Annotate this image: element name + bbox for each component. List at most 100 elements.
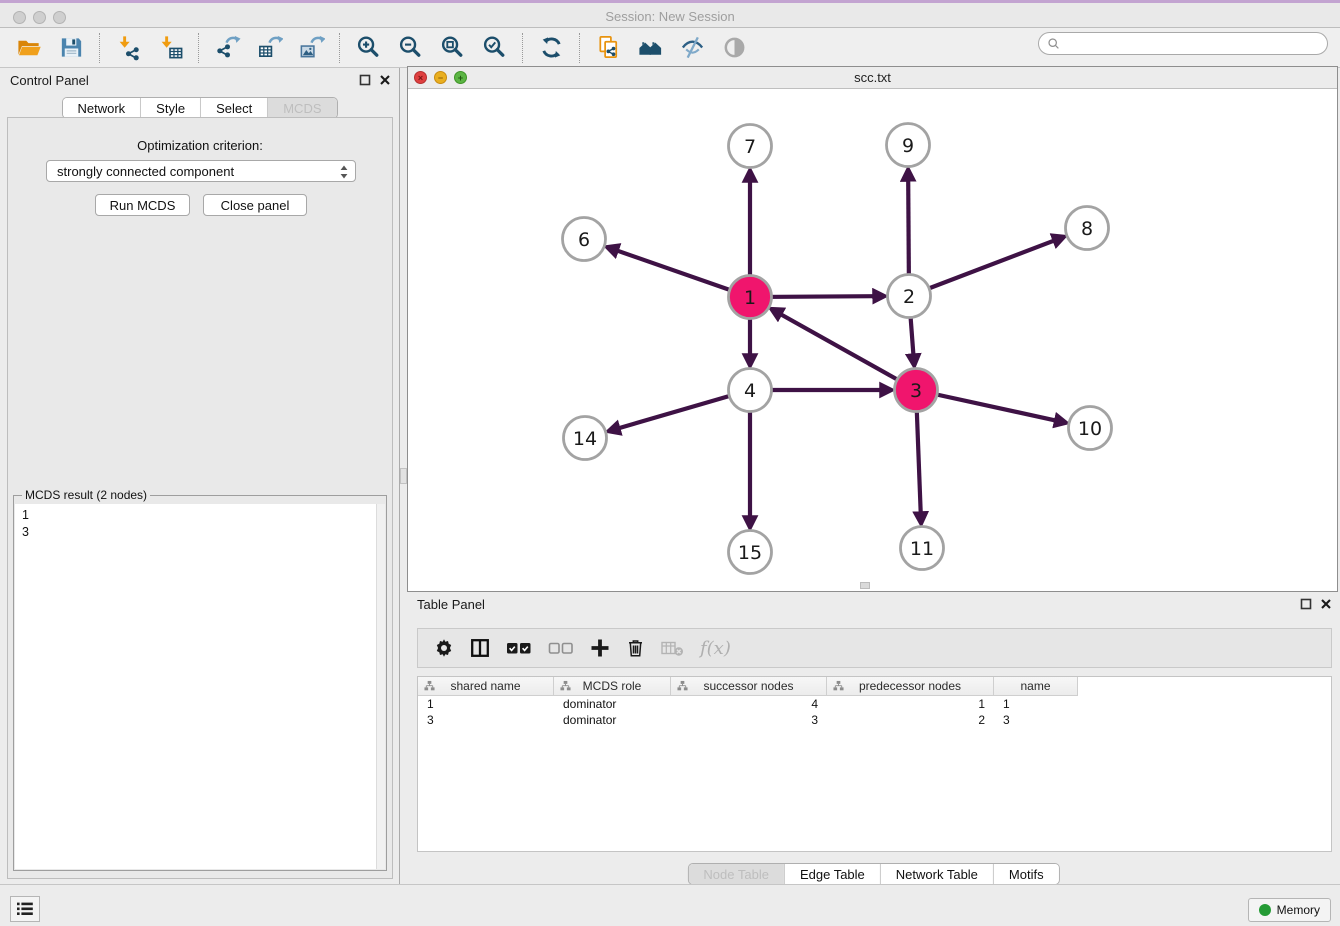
float-table-panel-icon[interactable] [1300, 598, 1312, 610]
tab-style[interactable]: Style [140, 98, 200, 118]
table-settings-icon[interactable] [434, 638, 454, 658]
graph-node-14[interactable]: 14 [564, 417, 607, 460]
graph-node-9[interactable]: 9 [887, 124, 930, 167]
network-title: scc.txt [408, 70, 1337, 85]
control-panel-title: Control Panel [10, 73, 89, 88]
run-mcds-button[interactable]: Run MCDS [95, 194, 190, 216]
table-row[interactable]: 1dominator411 [418, 696, 1331, 712]
svg-text:14: 14 [573, 428, 597, 450]
toggle-style-icon[interactable] [675, 32, 709, 64]
mcds-result-textarea[interactable]: 1 3 [15, 504, 385, 869]
toolbar-separator [579, 33, 580, 63]
export-network-icon[interactable] [210, 32, 244, 64]
svg-text:7: 7 [744, 136, 756, 158]
select-all-icon[interactable] [506, 641, 532, 656]
table-cell[interactable]: 4 [671, 697, 827, 711]
graph-node-11[interactable]: 11 [901, 527, 944, 570]
tab-mcds[interactable]: MCDS [267, 98, 336, 118]
tab-edge-table[interactable]: Edge Table [784, 864, 880, 884]
table-cell[interactable]: 1 [827, 697, 994, 711]
mcds-result-title: MCDS result (2 nodes) [22, 488, 150, 502]
graph-node-1[interactable]: 1 [729, 276, 772, 319]
graph-node-8[interactable]: 8 [1066, 207, 1109, 250]
tree-icon [833, 680, 844, 692]
network-canvas[interactable]: 7 9 6 8 1 2 4 3 14 10 15 11 [408, 89, 1337, 591]
table-row[interactable]: 3dominator323 [418, 712, 1331, 728]
open-session-icon[interactable] [12, 32, 46, 64]
table-cell[interactable]: 2 [827, 713, 994, 727]
add-column-icon[interactable] [590, 638, 610, 658]
criterion-select[interactable]: strongly connected component [46, 160, 356, 182]
column-header-shared-name[interactable]: shared name [418, 677, 554, 696]
close-table-panel-icon[interactable] [1320, 598, 1332, 610]
delete-row-icon[interactable] [626, 638, 645, 658]
import-network-icon[interactable] [111, 32, 145, 64]
mcds-result-group: MCDS result (2 nodes) 1 3 [13, 495, 387, 871]
deselect-all-icon[interactable] [548, 641, 574, 656]
column-header-successor-nodes[interactable]: successor nodes [671, 677, 827, 696]
column-header-predecessor-nodes[interactable]: predecessor nodes [827, 677, 994, 696]
graph-node-6[interactable]: 6 [563, 218, 606, 261]
memory-label: Memory [1277, 903, 1320, 917]
table-cell[interactable]: dominator [554, 713, 671, 727]
toolbar-separator [522, 33, 523, 63]
show-columns-icon[interactable] [470, 638, 490, 658]
svg-text:4: 4 [744, 380, 756, 402]
search-icon [1047, 37, 1061, 51]
table-cell[interactable]: 3 [994, 713, 1078, 727]
function-builder-icon[interactable]: f(x) [700, 638, 731, 659]
tab-motifs[interactable]: Motifs [993, 864, 1059, 884]
search-box[interactable] [1038, 32, 1328, 55]
float-panel-icon[interactable] [359, 74, 371, 86]
import-table-icon[interactable] [153, 32, 187, 64]
toolbar-separator [99, 33, 100, 63]
graph-edge-2-8[interactable] [909, 241, 1054, 296]
tab-node-table[interactable]: Node Table [688, 864, 784, 884]
search-input[interactable] [1066, 37, 1319, 51]
zoom-in-icon[interactable] [351, 32, 385, 64]
graph-node-7[interactable]: 7 [729, 125, 772, 168]
column-header-name[interactable]: name [994, 677, 1078, 696]
tree-icon [677, 680, 688, 692]
graph-node-3[interactable]: 3 [895, 369, 938, 412]
table-cell[interactable]: 3 [671, 713, 827, 727]
task-history-button[interactable] [10, 896, 40, 922]
svg-text:1: 1 [744, 287, 756, 309]
close-panel-icon[interactable] [379, 74, 391, 86]
select-stepper-icon [339, 164, 349, 180]
tab-network-table[interactable]: Network Table [880, 864, 993, 884]
tab-select[interactable]: Select [200, 98, 267, 118]
zoom-fit-icon[interactable] [435, 32, 469, 64]
list-icon [15, 901, 35, 917]
graph-node-4[interactable]: 4 [729, 369, 772, 412]
toggle-visibility-icon[interactable] [717, 32, 751, 64]
graph-node-2[interactable]: 2 [888, 275, 931, 318]
table-cell[interactable]: 1 [418, 697, 554, 711]
graph-node-10[interactable]: 10 [1069, 407, 1112, 450]
export-image-icon[interactable] [294, 32, 328, 64]
save-session-icon[interactable] [54, 32, 88, 64]
result-scrollbar[interactable] [376, 504, 385, 869]
table-cell[interactable]: dominator [554, 697, 671, 711]
delete-table-icon[interactable] [661, 640, 684, 657]
table-cell[interactable]: 3 [418, 713, 554, 727]
refresh-icon[interactable] [534, 32, 568, 64]
show-all-networks-icon[interactable] [633, 32, 667, 64]
graph-edge-3-1[interactable] [781, 314, 916, 390]
tab-network[interactable]: Network [62, 98, 140, 118]
column-header-MCDS-role[interactable]: MCDS role [554, 677, 671, 696]
session-title: Session: New Session [0, 9, 1340, 24]
zoom-selected-icon[interactable] [477, 32, 511, 64]
close-panel-button[interactable]: Close panel [203, 194, 307, 216]
export-table-icon[interactable] [252, 32, 286, 64]
canvas-scroll-handle[interactable] [860, 582, 870, 589]
app-titlebar: Session: New Session [0, 0, 1340, 28]
table-cell[interactable]: 1 [994, 697, 1078, 711]
zoom-out-icon[interactable] [393, 32, 427, 64]
graph-node-15[interactable]: 15 [729, 531, 772, 574]
svg-text:3: 3 [910, 380, 922, 402]
duplicate-network-icon[interactable] [591, 32, 625, 64]
memory-button[interactable]: Memory [1248, 898, 1331, 922]
splitter-handle[interactable] [400, 468, 407, 484]
panel-splitter[interactable] [400, 68, 407, 884]
